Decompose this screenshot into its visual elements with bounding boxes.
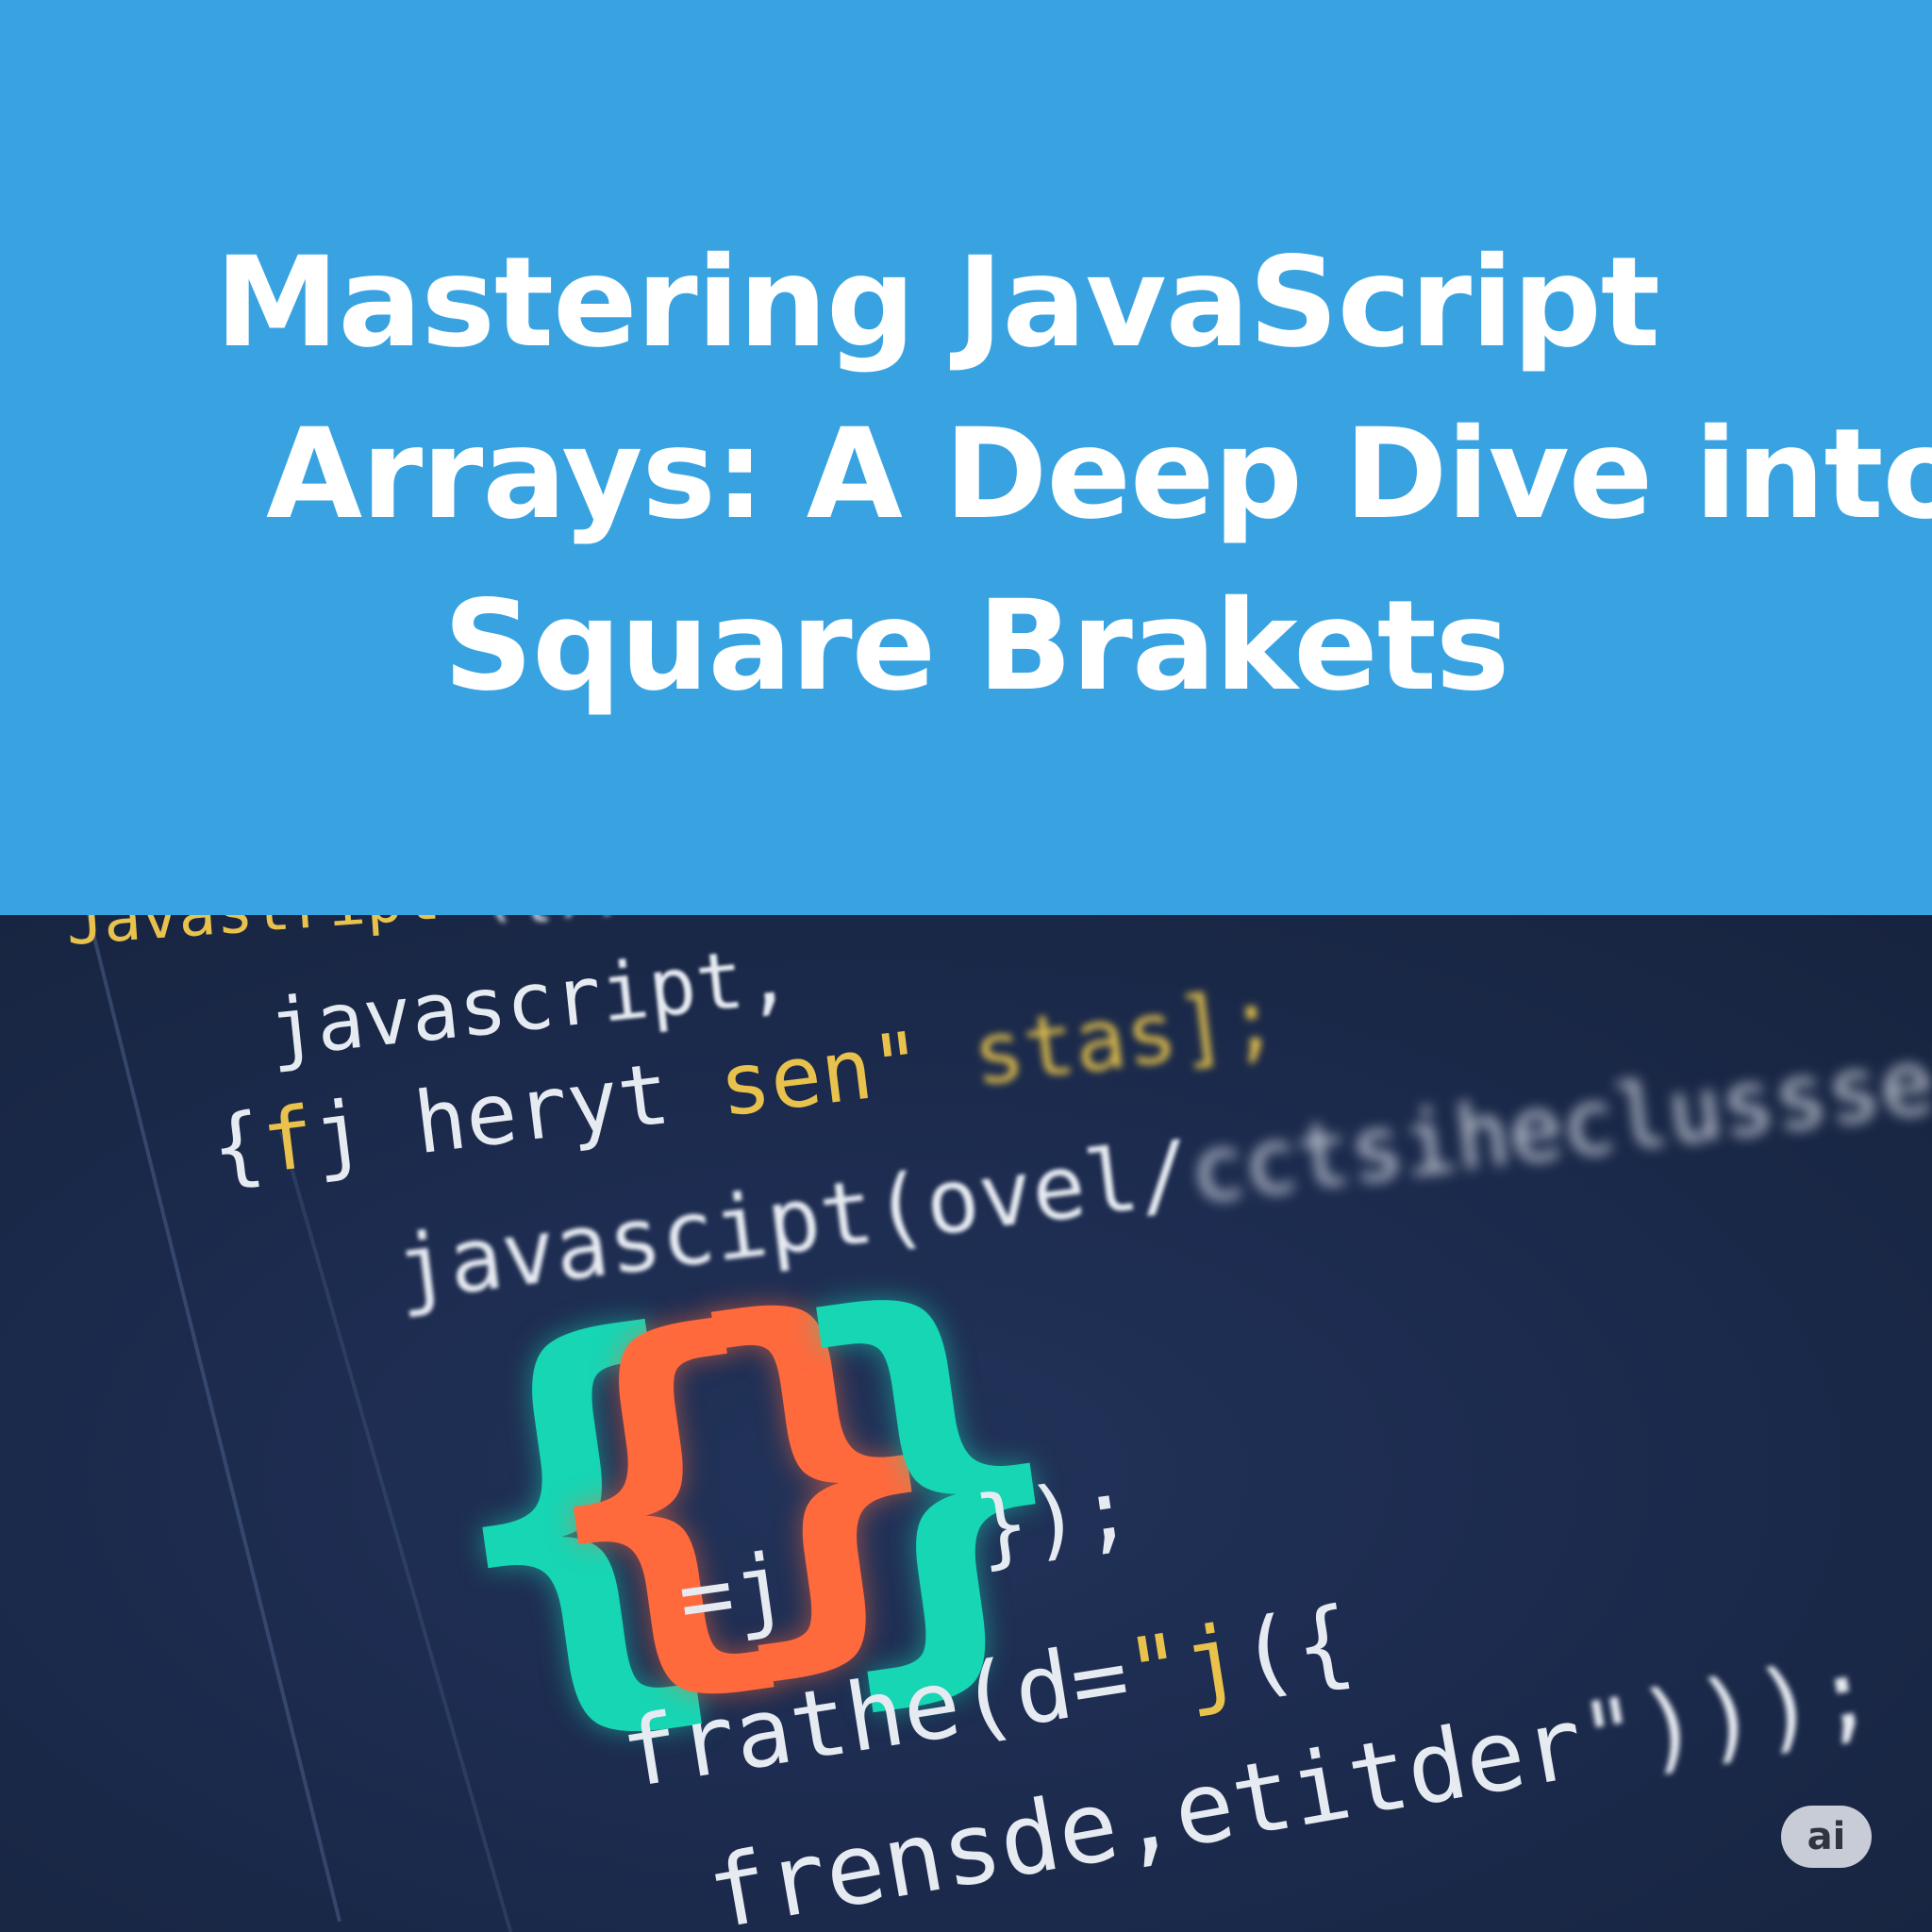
code-string: "j bbox=[1119, 1603, 1249, 1730]
title-line-2: Arrays: A Deep Dive into bbox=[266, 402, 1932, 547]
code-line: =j bbox=[672, 1532, 794, 1652]
code-text: cctsiheclussse"() bbox=[1184, 1010, 1932, 1224]
code-text: =j bbox=[672, 1532, 795, 1653]
code-string: stas]; bbox=[916, 969, 1284, 1112]
code-text: ({), bbox=[475, 915, 629, 930]
page-title: Mastering JavaScript Arrays: A Deep Dive… bbox=[0, 217, 1932, 732]
code-line: Javastript ({), bbox=[63, 915, 629, 959]
code-illustration: Javastript ({), javascript, {fj heryt se… bbox=[0, 915, 1932, 1932]
code-text: "))); bbox=[1572, 1633, 1883, 1798]
code-keyword: Javastript bbox=[63, 915, 442, 959]
title-line-1: Mastering JavaScript bbox=[215, 230, 1660, 375]
code-text: }); bbox=[969, 1457, 1140, 1580]
code-text: javascr bbox=[263, 948, 607, 1075]
title-line-3: Square Brakets bbox=[443, 574, 1509, 719]
code-string: sen" bbox=[713, 1012, 929, 1137]
code-text: ipt, bbox=[595, 928, 796, 1041]
title-banner: Mastering JavaScript Arrays: A Deep Dive… bbox=[0, 0, 1932, 915]
code-line: }); bbox=[970, 1457, 1139, 1579]
code-text: ({ bbox=[1230, 1585, 1361, 1712]
ai-badge: ai bbox=[1781, 1806, 1872, 1868]
